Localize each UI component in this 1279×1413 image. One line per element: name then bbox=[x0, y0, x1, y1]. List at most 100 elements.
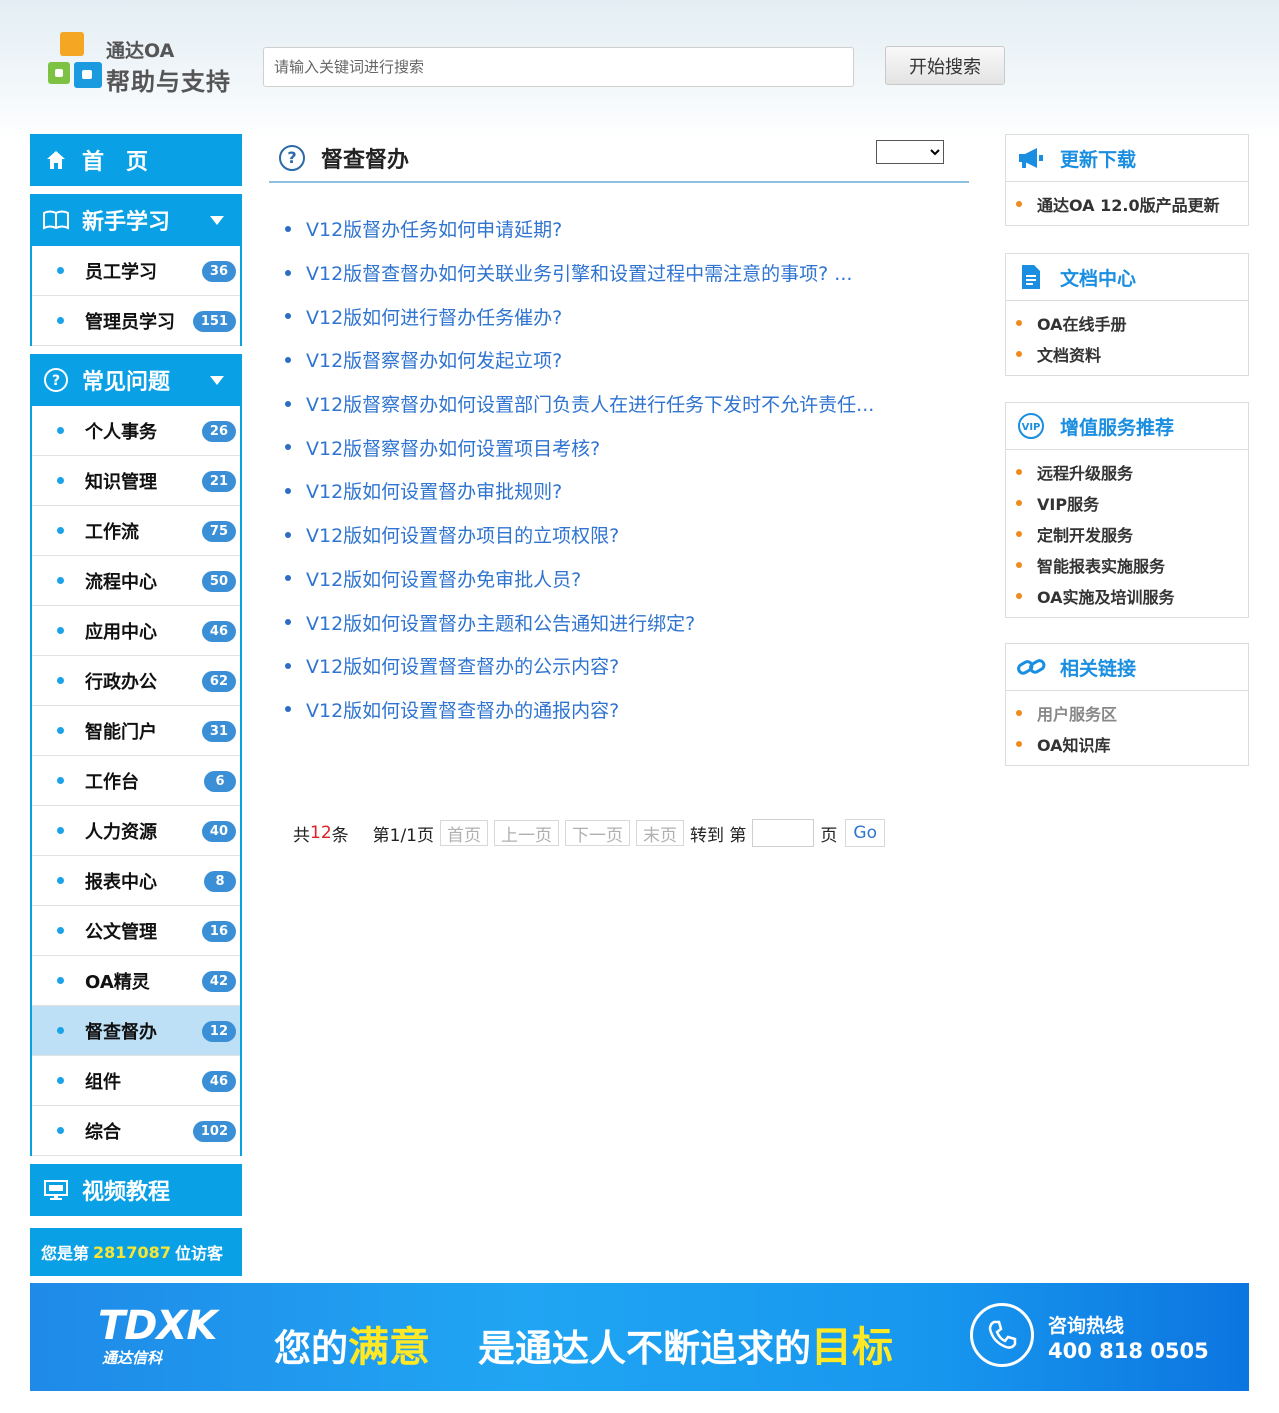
nav-home[interactable]: 首 页 bbox=[30, 134, 242, 186]
visitor-prefix: 您是第 bbox=[41, 1244, 90, 1263]
list-item: V12版督办任务如何申请延期? bbox=[269, 207, 969, 251]
links-item[interactable]: 用户服务区 bbox=[1006, 697, 1248, 728]
bullet-dot bbox=[57, 977, 64, 984]
page-title: 督查督办 bbox=[321, 147, 410, 173]
question-link[interactable]: V12版如何设置督办项目的立项权限? bbox=[306, 521, 619, 548]
bullet-dot bbox=[1016, 499, 1022, 506]
question-link[interactable]: V12版督察督办如何设置项目考核? bbox=[306, 434, 600, 461]
vip-icon: VIP bbox=[1016, 412, 1046, 440]
bullet-dot bbox=[285, 444, 291, 451]
links-header[interactable]: 相关链接 bbox=[1006, 644, 1248, 691]
sidebar-item-workbench[interactable]: 工作台 6 bbox=[32, 756, 240, 806]
sidebar-item-app-center[interactable]: 应用中心 46 bbox=[32, 606, 240, 656]
sidebar-item-documents[interactable]: 公文管理 16 bbox=[32, 906, 240, 956]
bullet-dot bbox=[57, 727, 64, 734]
list-item: V12版督察督办如何发起立项? bbox=[269, 338, 969, 382]
services-item[interactable]: 远程升级服务 bbox=[1006, 456, 1248, 487]
sidebar-item-workflow[interactable]: 工作流 75 bbox=[32, 506, 240, 556]
sidebar-item-admin-learning[interactable]: 管理员学习 151 bbox=[32, 296, 240, 346]
page-info: 第1/1页 bbox=[372, 825, 434, 846]
bullet-dot bbox=[57, 877, 64, 884]
question-link[interactable]: V12版督察督办如何设置部门负责人在进行任务下发时不允许责任... bbox=[306, 390, 874, 417]
sidebar-item-personal[interactable]: 个人事务 26 bbox=[32, 406, 240, 456]
sidebar-item-oa-sprite[interactable]: OA精灵 42 bbox=[32, 956, 240, 1006]
sidebar-item-portal[interactable]: 智能门户 31 bbox=[32, 706, 240, 756]
goto-page-input[interactable] bbox=[752, 819, 815, 847]
megaphone-icon bbox=[1016, 144, 1046, 172]
sidebar-item-general[interactable]: 综合 102 bbox=[32, 1106, 240, 1156]
link-label: 智能报表实施服务 bbox=[1037, 556, 1166, 576]
question-link[interactable]: V12版督察督办如何发起立项? bbox=[306, 346, 562, 373]
count-badge: 21 bbox=[201, 471, 236, 492]
question-link[interactable]: V12版督办任务如何申请延期? bbox=[306, 215, 562, 242]
question-link[interactable]: V12版如何设置督办免审批人员? bbox=[306, 565, 581, 592]
faq-list: 个人事务 26 知识管理 21 工作流 75 流程中心 50 应用中心 46 行政办公 62… bbox=[30, 406, 242, 1156]
downloads-item[interactable]: 通达OA 12.0版产品更新 bbox=[1006, 188, 1248, 219]
downloads-header[interactable]: 更新下载 bbox=[1006, 135, 1248, 182]
links-box: 相关链接 用户服务区 OA知识库 bbox=[1005, 643, 1249, 766]
footer-banner[interactable]: TDXK 通达信科 您的满意 是通达人不断追求的目标 咨询热线 400 818 0… bbox=[30, 1283, 1249, 1391]
bullet-dot bbox=[1016, 350, 1022, 357]
sidebar-item-admin-office[interactable]: 行政办公 62 bbox=[32, 656, 240, 706]
links-item[interactable]: OA知识库 bbox=[1006, 728, 1248, 759]
search-input[interactable] bbox=[263, 47, 854, 87]
docs-item[interactable]: OA在线手册 bbox=[1006, 307, 1248, 338]
search-button[interactable]: 开始搜索 bbox=[885, 46, 1005, 85]
next-page-button[interactable]: 下一页 bbox=[565, 820, 630, 846]
bullet-dot bbox=[1016, 200, 1022, 207]
bullet-dot bbox=[285, 531, 291, 538]
count-badge: 8 bbox=[204, 871, 236, 892]
count-badge: 40 bbox=[201, 821, 236, 842]
sidebar-item-knowledge[interactable]: 知识管理 21 bbox=[32, 456, 240, 506]
bullet-dot bbox=[1016, 468, 1022, 475]
hotline-label: 咨询热线 bbox=[1048, 1315, 1125, 1337]
category-select[interactable] bbox=[876, 140, 944, 164]
prev-page-button[interactable]: 上一页 bbox=[494, 820, 559, 846]
nav-video[interactable]: 视频教程 bbox=[30, 1164, 242, 1216]
docs-header[interactable]: 文档中心 bbox=[1006, 254, 1248, 301]
chevron-down-icon bbox=[210, 216, 224, 225]
question-link[interactable]: V12版如何设置督查督办的通报内容? bbox=[306, 696, 619, 723]
sidebar-item-components[interactable]: 组件 46 bbox=[32, 1056, 240, 1106]
question-link[interactable]: V12版如何设置督办审批规则? bbox=[306, 477, 562, 504]
list-item: V12版如何设置督办审批规则? bbox=[269, 469, 969, 513]
nav-faq-header[interactable]: ? 常见问题 bbox=[30, 354, 242, 406]
logo-square-orange bbox=[60, 32, 84, 56]
last-page-button[interactable]: 末页 bbox=[636, 820, 684, 846]
visitor-suffix: 位访客 bbox=[174, 1244, 223, 1263]
monitor-icon bbox=[42, 1176, 70, 1204]
docs-item[interactable]: 文档资料 bbox=[1006, 338, 1248, 369]
services-header[interactable]: VIP 增值服务推荐 bbox=[1006, 403, 1248, 450]
docs-title: 文档中心 bbox=[1060, 267, 1137, 290]
sidebar-item-supervision[interactable]: 督查督办 12 bbox=[32, 1006, 240, 1056]
sidebar-item-reports[interactable]: 报表中心 8 bbox=[32, 856, 240, 906]
first-page-button[interactable]: 首页 bbox=[440, 820, 488, 846]
services-item[interactable]: 智能报表实施服务 bbox=[1006, 549, 1248, 580]
question-link[interactable]: V12版如何进行督办任务催办? bbox=[306, 303, 562, 330]
services-item[interactable]: 定制开发服务 bbox=[1006, 518, 1248, 549]
link-label: 用户服务区 bbox=[1037, 704, 1118, 724]
count-badge: 102 bbox=[192, 1121, 236, 1142]
question-link[interactable]: V12版如何设置督办主题和公告通知进行绑定? bbox=[306, 609, 695, 636]
logo-square-blue bbox=[74, 62, 102, 88]
list-item: V12版督查督办如何关联业务引擎和设置过程中需注意的事项? ... bbox=[269, 251, 969, 295]
question-link[interactable]: V12版如何设置督查督办的公示内容? bbox=[306, 652, 619, 679]
services-item[interactable]: OA实施及培训服务 bbox=[1006, 580, 1248, 611]
bullet-dot bbox=[1016, 561, 1022, 568]
sidebar-item-hr[interactable]: 人力资源 40 bbox=[32, 806, 240, 856]
sidebar-item-employee-learning[interactable]: 员工学习 36 bbox=[32, 246, 240, 296]
hotline-number: 400 818 0505 bbox=[1048, 1339, 1209, 1363]
question-list: V12版督办任务如何申请延期? V12版督查督办如何关联业务引擎和设置过程中需注… bbox=[269, 207, 969, 731]
nav-newbie-header[interactable]: 新手学习 bbox=[30, 194, 242, 246]
count-badge: 42 bbox=[201, 971, 236, 992]
links-title: 相关链接 bbox=[1060, 657, 1137, 680]
question-link[interactable]: V12版督查督办如何关联业务引擎和设置过程中需注意的事项? ... bbox=[306, 259, 852, 286]
sidebar-item-label: 公文管理 bbox=[85, 921, 157, 943]
go-button[interactable]: Go bbox=[845, 819, 885, 847]
site-logo[interactable]: 通达OA 帮助与支持 bbox=[48, 32, 238, 96]
link-label: VIP服务 bbox=[1037, 494, 1100, 514]
sidebar-item-process-center[interactable]: 流程中心 50 bbox=[32, 556, 240, 606]
bullet-dot bbox=[285, 313, 291, 320]
sidebar-item-label: 个人事务 bbox=[85, 421, 157, 443]
services-item[interactable]: VIP服务 bbox=[1006, 487, 1248, 518]
